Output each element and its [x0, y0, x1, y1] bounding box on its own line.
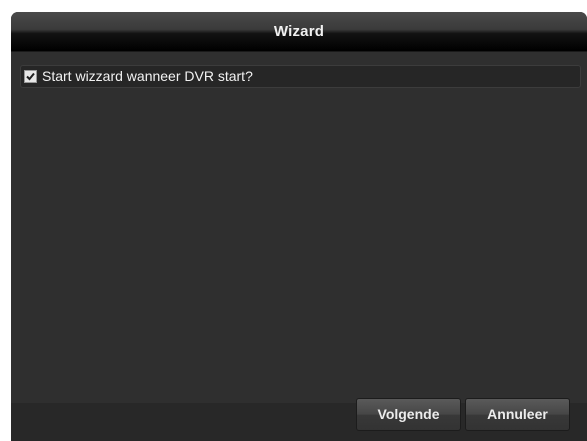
start-wizard-option-row[interactable]: Start wizzard wanneer DVR start?	[20, 65, 581, 88]
checkbox-checked-icon[interactable]	[24, 70, 37, 83]
wizard-dialog: Wizard Start wizzard wanneer DVR start?	[11, 12, 587, 441]
next-button[interactable]: Volgende	[356, 398, 461, 431]
dialog-titlebar: Wizard	[11, 12, 587, 52]
start-wizard-label: Start wizzard wanneer DVR start?	[42, 68, 253, 84]
cancel-button[interactable]: Annuleer	[465, 398, 570, 431]
dialog-title: Wizard	[273, 23, 325, 40]
